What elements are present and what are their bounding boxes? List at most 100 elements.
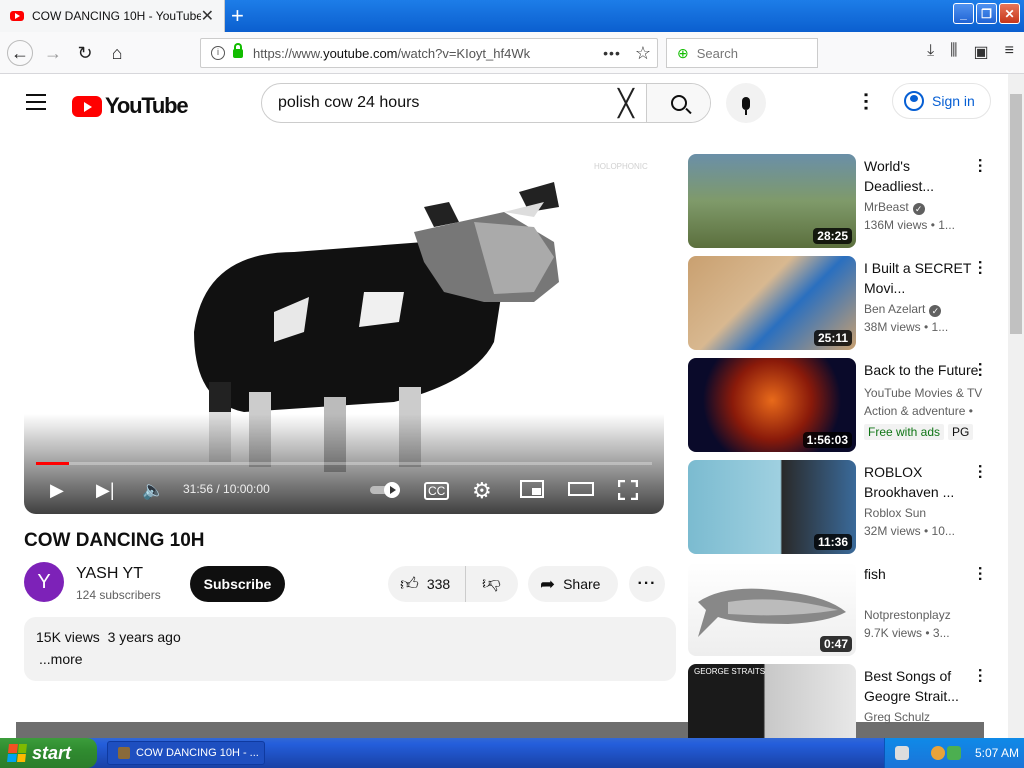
share-button[interactable]: ➦ Share (528, 566, 618, 602)
menu-icon[interactable]: ≡ (1005, 42, 1014, 62)
video-duration: 25:11 (813, 330, 852, 346)
tab-title: COW DANCING 10H - YouTube (32, 9, 201, 23)
network-icon[interactable] (947, 746, 961, 760)
back-button[interactable]: ← (7, 40, 33, 66)
thumbs-down-icon: 👍︎ (482, 574, 501, 594)
url-prefix: https://www. (253, 45, 324, 61)
forward-button[interactable]: → (40, 40, 66, 66)
like-count: 338 (426, 576, 451, 592)
youtube-search-button[interactable] (646, 84, 710, 122)
browser-tab[interactable]: COW DANCING 10H - YouTube ✕ (0, 0, 225, 32)
youtube-search-input[interactable]: polish cow 24 hours (262, 84, 606, 122)
keyboard-icon[interactable] (895, 746, 909, 760)
autoplay-toggle[interactable] (370, 482, 404, 503)
browser-search-field[interactable]: ⊕ Search (666, 38, 818, 68)
recommendation-menu-icon[interactable]: ··· (971, 668, 988, 684)
home-button[interactable]: ⌂ (104, 40, 130, 66)
more-actions-button[interactable]: ··· (629, 566, 665, 602)
recommendation-channel: Notprestonplayz (864, 608, 951, 622)
recommendation-meta: 32M views • 10... (864, 524, 955, 538)
recommendation-item[interactable]: 28:25 World's Deadliest... MrBeast ✓ 136M vi… (688, 154, 1008, 250)
recommendation-menu-icon[interactable]: ··· (971, 260, 988, 276)
video-duration: 11:36 (813, 534, 852, 550)
lock-icon[interactable] (233, 42, 243, 58)
captions-icon[interactable]: CC (424, 482, 450, 500)
bookmark-star-icon[interactable]: ☆ (635, 43, 651, 64)
recommendation-title[interactable]: Best Songs of Geogre Strait... (864, 666, 976, 706)
downloads-icon[interactable]: ⤓ (927, 42, 934, 62)
badge: PG (948, 424, 974, 440)
recommendation-menu-icon[interactable]: ··· (971, 158, 988, 174)
back-arrow-icon: ← (11, 42, 29, 63)
recommendation-channel: Greg Schulz (864, 710, 930, 724)
play-icon[interactable]: ▶ (50, 480, 64, 501)
start-button[interactable]: start (0, 738, 97, 768)
recommendation-thumbnail[interactable]: 28:25 (688, 154, 856, 248)
sidebar-icon[interactable]: ▣ (974, 42, 989, 62)
minimize-button[interactable]: _ (953, 3, 974, 24)
recommendation-title[interactable]: World's Deadliest... (864, 156, 976, 196)
tab-close-icon[interactable]: ✕ (201, 6, 214, 26)
recommendation-menu-icon[interactable]: ··· (971, 566, 988, 582)
guide-menu-icon[interactable] (26, 94, 46, 115)
dislike-button[interactable]: 👍︎ (482, 573, 501, 595)
url-text[interactable]: https://www.youtube.com/watch?v=KIoyt_hf… (253, 46, 603, 61)
recommendation-title[interactable]: I Built a SECRET Movi... (864, 258, 976, 298)
home-icon: ⌂ (111, 42, 123, 63)
subscriber-count: 124 subscribers (76, 588, 161, 602)
address-bar[interactable]: i https://www.youtube.com/watch?v=KIoyt_… (200, 38, 658, 68)
search-tray-icon[interactable] (931, 746, 945, 760)
channel-avatar[interactable]: Y (24, 562, 64, 602)
taskbar-firefox-item[interactable]: COW DANCING 10H - ... (107, 741, 265, 765)
description-more-link[interactable]: ...more (39, 651, 664, 667)
recommendation-item[interactable]: 1:56:03 Back to the Future YouTube Movies … (688, 358, 1008, 454)
recommendation-thumbnail[interactable]: 11:36 (688, 460, 856, 554)
subscribe-button[interactable]: Subscribe (190, 566, 285, 602)
new-tab-button[interactable]: + (231, 3, 244, 29)
fullscreen-icon[interactable] (617, 479, 639, 505)
recommendation-item[interactable]: 25:11 I Built a SECRET Movi... Ben Azelart… (688, 256, 1008, 352)
channel-name[interactable]: YASH YT (76, 565, 143, 583)
volume-icon[interactable]: 🔈 (142, 480, 164, 501)
next-icon[interactable]: ▶| (96, 480, 115, 501)
theater-mode-icon[interactable] (568, 480, 594, 503)
scrollbar-thumb[interactable] (1010, 94, 1022, 334)
miniplayer-icon[interactable] (520, 480, 544, 503)
recommendation-item[interactable]: 11:36 ROBLOX Brookhaven ... Roblox Sun 32M … (688, 460, 1008, 556)
library-icon[interactable]: ⫼ (950, 42, 957, 62)
time-display: 31:56 / 10:00:00 (183, 482, 270, 496)
video-duration: 0:47 (819, 636, 852, 652)
progress-bar[interactable] (36, 462, 652, 465)
youtube-logo[interactable]: YouTube (72, 93, 189, 119)
restore-button[interactable]: ❐ (976, 3, 997, 24)
voice-search-button[interactable] (726, 83, 766, 123)
recommendation-channel: Ben Azelart ✓ (864, 302, 942, 317)
recommendation-title[interactable]: fish (864, 564, 976, 584)
settings-kebab-icon[interactable]: ··· (854, 92, 876, 112)
recommendation-menu-icon[interactable]: ··· (971, 362, 988, 378)
progress-played (36, 462, 69, 465)
recommendation-channel: YouTube Movies & TV (864, 386, 982, 400)
like-button[interactable]: 👍︎ 338 (388, 566, 466, 602)
browser-toolbar: ← → ↻ ⌂ i https://www.youtube.com/watch?… (0, 32, 1024, 74)
recommendation-item[interactable]: 0:47 fish Notprestonplayz 9.7K views • 3...… (688, 562, 1008, 658)
clear-search-icon[interactable]: ╳ (606, 84, 646, 122)
reload-button[interactable]: ↻ (72, 40, 98, 66)
video-duration: 28:25 (813, 228, 852, 244)
recommendation-title[interactable]: ROBLOX Brookhaven ... (864, 462, 976, 502)
video-player[interactable]: HOLOPHONIC ▶ ▶| 🔈 31:56 / 10:00:00 CC ⚙ (24, 152, 664, 514)
recommendation-channel: MrBeast ✓ (864, 200, 925, 215)
url-path: /watch?v=KIoyt_hf4Wk (397, 45, 531, 61)
close-window-button[interactable]: ✕ (999, 3, 1020, 24)
page-actions-icon[interactable]: ••• (603, 45, 621, 61)
system-tray: 5:07 AM (884, 738, 1024, 768)
settings-gear-icon[interactable]: ⚙ (472, 478, 492, 504)
sign-in-button[interactable]: Sign in (892, 83, 991, 119)
recommendation-menu-icon[interactable]: ··· (971, 464, 988, 480)
description-box[interactable]: 15K views 3 years ago ...more (24, 617, 676, 681)
recommendation-thumbnail[interactable]: 1:56:03 (688, 358, 856, 452)
page-scrollbar[interactable] (1008, 74, 1024, 738)
recommendation-thumbnail[interactable]: 0:47 (688, 562, 856, 656)
recommendation-thumbnail[interactable]: 25:11 (688, 256, 856, 350)
info-icon[interactable]: i (211, 46, 225, 60)
